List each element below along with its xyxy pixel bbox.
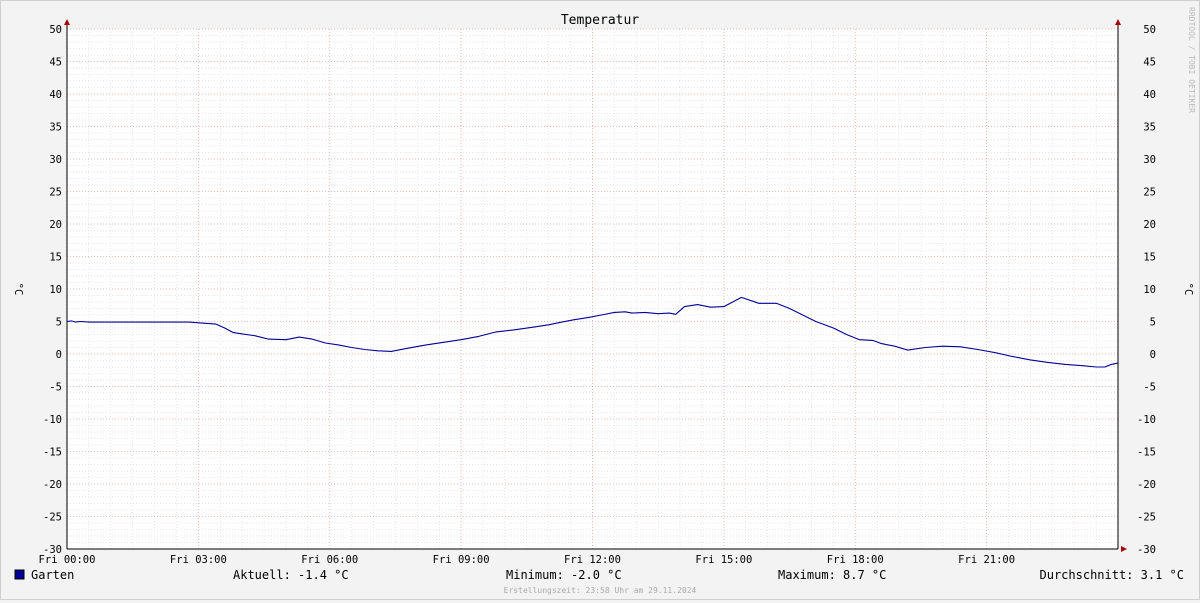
y-tick-label: -15 [43,447,62,459]
legend-average: Durchschnitt: 3.1 °C [1040,568,1185,582]
y-tick-label: 15 [1143,252,1156,264]
watermark-text: RRDTOOL / TOBI OETIKER [1187,7,1196,113]
y-axis-label-left: °C [12,283,24,296]
y-tick-label: 15 [49,252,62,264]
y-tick-label: 20 [49,219,62,231]
y-tick-label: -10 [43,414,62,426]
chart-title: Temperatur [561,13,639,28]
y-tick-label: 50 [1143,24,1156,36]
legend-current: Aktuell: -1.4 °C [233,568,349,582]
y-tick-label: 50 [49,24,62,36]
chart-frame: 50 45 40 35 30 25 20 15 10 5 0 -5 -10 -15 -20 -25 -30 50… [0,0,1200,600]
x-tick-label: Fri 12:00 [564,554,621,566]
y-tick-label: 30 [49,154,62,166]
y-tick-label: 0 [1150,349,1156,361]
y-tick-label: 10 [1143,284,1156,296]
x-tick-labels: Fri 00:00 Fri 03:00 Fri 06:00 Fri 09:00 Fri … [39,554,1016,566]
legend-minimum: Minimum: -2.0 °C [506,568,622,582]
y-tick-label: -5 [49,382,62,394]
y-tick-label: 25 [49,187,62,199]
x-tick-label: Fri 00:00 [39,554,96,566]
y-axis-arrow-left [64,19,70,25]
y-tick-label: -20 [43,479,62,491]
legend-swatch [14,569,25,580]
y-tick-label: -5 [1143,382,1156,394]
footer-timestamp: Erstellungszeit: 23:58 Uhr am 29.11.2024 [504,586,697,595]
y-tick-label: 40 [1143,89,1156,101]
y-tick-label: 35 [1143,122,1156,134]
y-tick-label: -25 [43,512,62,524]
y-tick-label: -30 [1137,544,1156,556]
y-tick-labels-left: 50454035302520151050-5-10-15-20-25-30 [43,24,62,556]
x-tick-label: Fri 15:00 [695,554,752,566]
y-tick-label: 5 [56,317,62,329]
y-tick-label: 10 [49,284,62,296]
x-axis-arrow [1121,546,1127,552]
y-tick-labels-right: 50454035302520151050-5-10-15-20-25-30 [1137,24,1156,556]
y-tick-label: 20 [1143,219,1156,231]
legend-series-label: Garten [31,568,74,582]
x-tick-label: Fri 03:00 [170,554,227,566]
y-tick-label: -20 [1137,479,1156,491]
y-tick-label: 30 [1143,154,1156,166]
y-axis-label-right: °C [1182,283,1194,296]
x-tick-label: Fri 09:00 [433,554,490,566]
y-tick-label: 0 [56,349,62,361]
y-axis-arrow-right [1115,19,1121,25]
y-tick-label: 5 [1150,317,1156,329]
legend-maximum: Maximum: 8.7 °C [778,568,886,582]
x-tick-label: Fri 18:00 [827,554,884,566]
y-tick-label: 40 [49,89,62,101]
temperature-chart: 50454035302520151050-5-10-15-20-25-30 50… [12,7,1196,595]
y-tick-label: -15 [1137,447,1156,459]
y-tick-label: 25 [1143,187,1156,199]
x-tick-label: Fri 06:00 [301,554,358,566]
y-tick-label: 35 [49,122,62,134]
y-tick-label: -25 [1137,512,1156,524]
y-tick-label: 45 [1143,57,1156,69]
x-tick-label: Fri 21:00 [958,554,1015,566]
y-tick-label: -10 [1137,414,1156,426]
y-tick-label: 45 [49,57,62,69]
